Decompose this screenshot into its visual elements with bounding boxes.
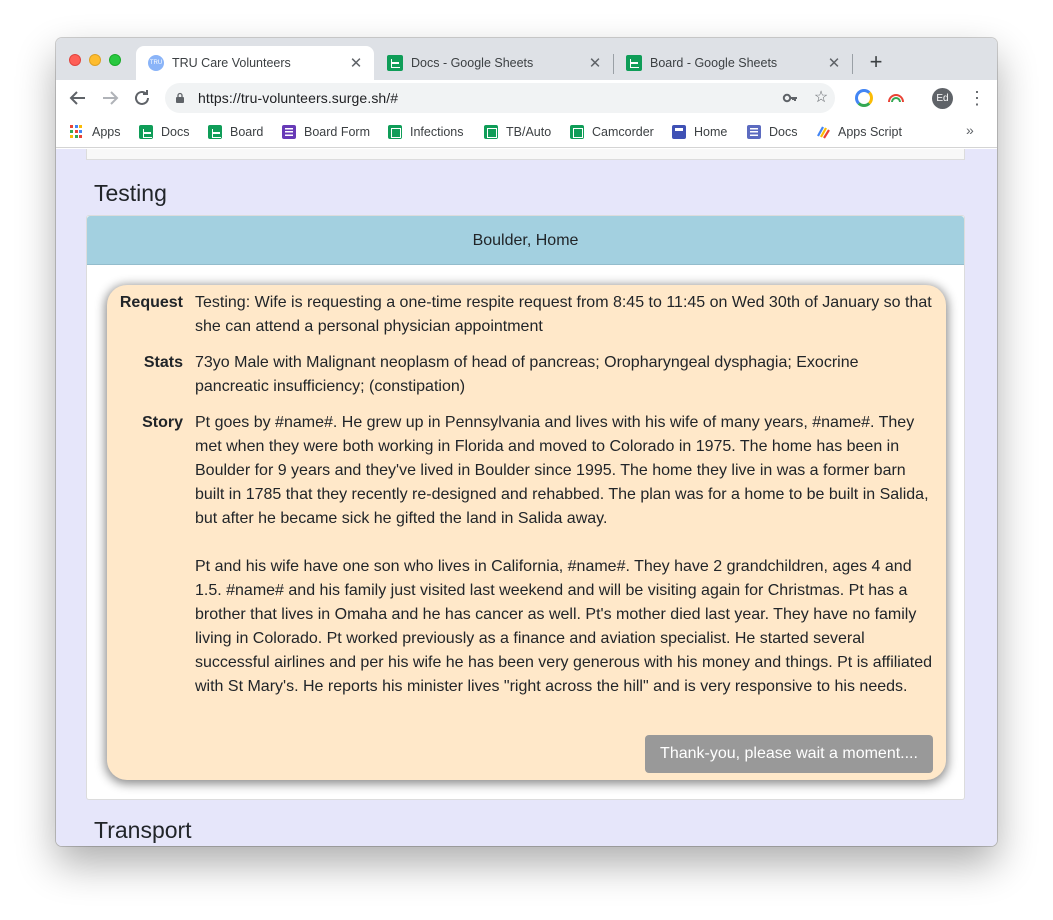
browser-toolbar: https://tru-volunteers.surge.sh/# ☆ Ed ⋮ xyxy=(56,80,997,116)
bookmark-docs-form[interactable]: Docs xyxy=(747,122,797,142)
more-bookmarks-button[interactable]: » xyxy=(966,122,974,138)
bookmark-label: Apps Script xyxy=(838,125,902,139)
google-sheets-icon xyxy=(387,55,403,71)
bookmark-docs[interactable]: Docs xyxy=(139,122,189,142)
tab-tru-care-volunteers[interactable]: TRU TRU Care Volunteers ✕ xyxy=(136,46,374,80)
bookmark-board[interactable]: Board xyxy=(208,122,263,142)
google-forms-icon xyxy=(747,125,761,139)
bookmark-label: Board Form xyxy=(304,125,370,139)
request-details-box: Request Testing: Wife is requesting a on… xyxy=(107,285,946,780)
request-label: Request xyxy=(119,294,183,311)
bookmark-label: Docs xyxy=(161,125,190,139)
bookmark-home[interactable]: Home xyxy=(672,122,727,142)
tab-title: Board - Google Sheets xyxy=(650,56,778,70)
page-content: Testing Boulder, Home Request Testing: W… xyxy=(56,149,997,846)
window-maximize-button[interactable] xyxy=(109,54,121,66)
card-header-location: Boulder, Home xyxy=(87,216,964,265)
tab-title: TRU Care Volunteers xyxy=(172,56,291,70)
tab-separator xyxy=(852,54,853,74)
google-sites-icon xyxy=(672,125,686,139)
close-icon[interactable]: ✕ xyxy=(348,54,364,72)
google-sheets-icon xyxy=(484,125,498,139)
google-sheets-icon xyxy=(208,125,222,139)
tru-favicon-icon: TRU xyxy=(148,55,164,71)
stats-text: 73yo Male with Malignant neoplasm of hea… xyxy=(195,354,863,395)
request-text: Testing: Wife is requesting a one-time r… xyxy=(195,294,937,335)
forward-arrow-icon[interactable] xyxy=(98,86,122,110)
profile-avatar[interactable]: Ed xyxy=(932,88,953,109)
bookmark-board-form[interactable]: Board Form xyxy=(282,122,370,142)
request-card: Boulder, Home Request Testing: Wife is r… xyxy=(86,215,965,800)
apps-grid-icon xyxy=(70,125,84,139)
section-title-testing: Testing xyxy=(94,180,167,206)
section-title-transport: Transport xyxy=(94,817,192,843)
bookmark-label: TB/Auto xyxy=(506,125,552,139)
new-tab-button[interactable]: + xyxy=(864,51,888,75)
extension-chrome-icon[interactable] xyxy=(855,89,873,107)
bookmark-tb-auto[interactable]: TB/Auto xyxy=(484,122,551,142)
close-icon[interactable]: ✕ xyxy=(826,54,842,72)
bookmark-camcorder[interactable]: Camcorder xyxy=(570,122,654,142)
browser-window: TRU TRU Care Volunteers ✕ Docs - Google … xyxy=(56,38,997,846)
google-sheets-icon xyxy=(388,125,402,139)
url-text[interactable]: https://tru-volunteers.surge.sh/# xyxy=(198,90,398,106)
key-icon[interactable] xyxy=(781,89,799,107)
bookmark-label: Docs xyxy=(769,125,798,139)
more-menu-icon[interactable]: ⋮ xyxy=(968,86,986,110)
bookmark-star-icon[interactable]: ☆ xyxy=(812,89,830,107)
bookmark-apps[interactable]: Apps xyxy=(70,122,121,142)
tab-strip: TRU TRU Care Volunteers ✕ Docs - Google … xyxy=(56,38,997,80)
address-bar[interactable]: https://tru-volunteers.surge.sh/# ☆ xyxy=(165,83,835,113)
window-minimize-button[interactable] xyxy=(89,54,101,66)
thank-you-wait-button[interactable]: Thank-you, please wait a moment.... xyxy=(645,735,933,773)
back-arrow-icon[interactable] xyxy=(66,86,90,110)
google-sheets-icon xyxy=(570,125,584,139)
window-close-button[interactable] xyxy=(69,54,81,66)
google-sheets-icon xyxy=(626,55,642,71)
google-sheets-icon xyxy=(139,125,153,139)
story-text: Pt goes by #name#. He grew up in Pennsyl… xyxy=(195,414,932,695)
google-forms-icon xyxy=(282,125,296,139)
reload-icon[interactable] xyxy=(130,86,154,110)
stats-label: Stats xyxy=(143,354,183,371)
close-icon[interactable]: ✕ xyxy=(587,54,603,72)
tab-title: Docs - Google Sheets xyxy=(411,56,534,70)
bookmark-infections[interactable]: Infections xyxy=(388,122,464,142)
bookmark-label: Board xyxy=(230,125,264,139)
lock-icon xyxy=(176,92,184,103)
tab-docs-google-sheets[interactable]: Docs - Google Sheets ✕ xyxy=(375,46,613,80)
story-label: Story xyxy=(142,414,183,431)
bookmark-label: Camcorder xyxy=(592,125,654,139)
bookmark-label: Home xyxy=(694,125,728,139)
bookmark-label: Apps xyxy=(92,125,121,139)
bookmark-label: Infections xyxy=(410,125,464,139)
bookmark-apps-script[interactable]: Apps Script xyxy=(816,122,902,142)
extension-rainbow-icon[interactable] xyxy=(887,89,905,107)
tab-board-google-sheets[interactable]: Board - Google Sheets ✕ xyxy=(614,46,852,80)
bookmarks-bar: Apps Docs Board Board Form Infections TB… xyxy=(56,116,997,148)
previous-card xyxy=(86,149,965,160)
apps-script-icon xyxy=(817,126,830,139)
